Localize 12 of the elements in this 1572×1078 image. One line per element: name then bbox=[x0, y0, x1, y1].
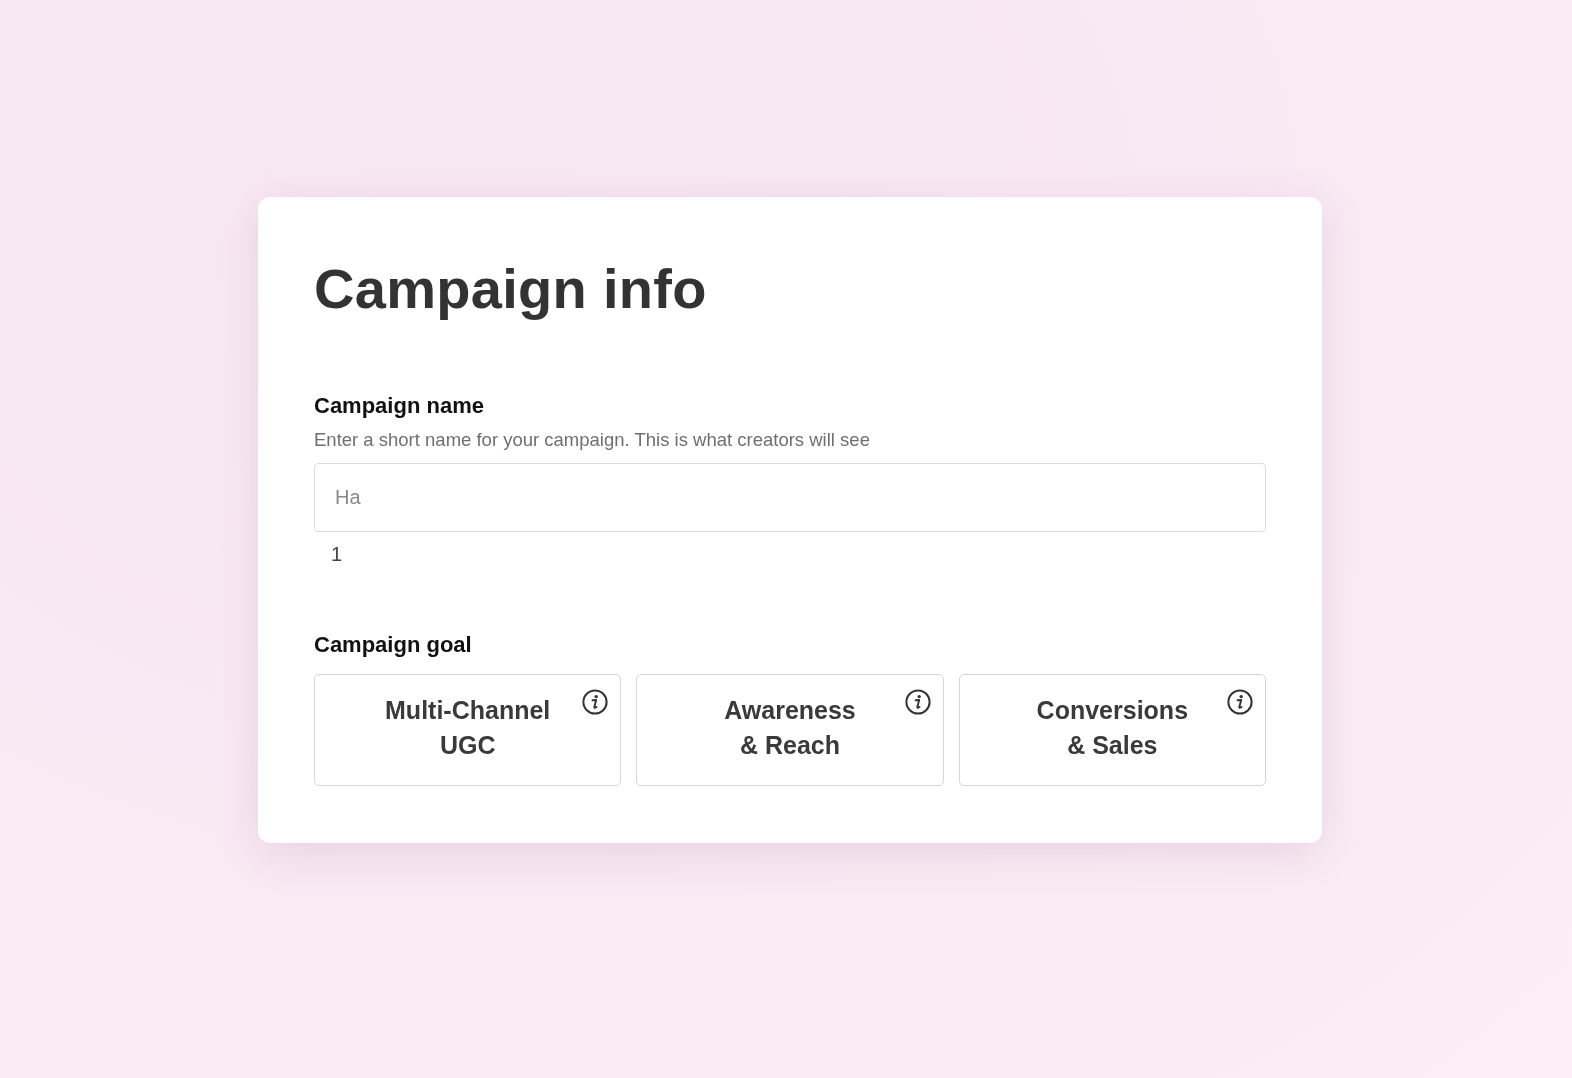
goal-option[interactable]: Conversions & Sales bbox=[958, 674, 1266, 786]
info-icon[interactable] bbox=[1227, 689, 1253, 715]
field-hint: Enter a short name for your campaign. This is what creators will see bbox=[314, 428, 871, 452]
info-icon[interactable] bbox=[904, 689, 931, 715]
character-counter: 1 bbox=[331, 542, 343, 567]
goal-option[interactable]: Awareness & Reach bbox=[636, 674, 944, 786]
info-icon[interactable] bbox=[582, 689, 609, 715]
field-label: Campaign goal bbox=[314, 631, 473, 659]
goal-option[interactable]: Multi-Channel UGC bbox=[314, 674, 622, 786]
field-label: Campaign name bbox=[314, 392, 485, 420]
campaign-name-input[interactable]: Ha bbox=[314, 463, 1266, 532]
page-title: Campaign info bbox=[314, 256, 708, 322]
